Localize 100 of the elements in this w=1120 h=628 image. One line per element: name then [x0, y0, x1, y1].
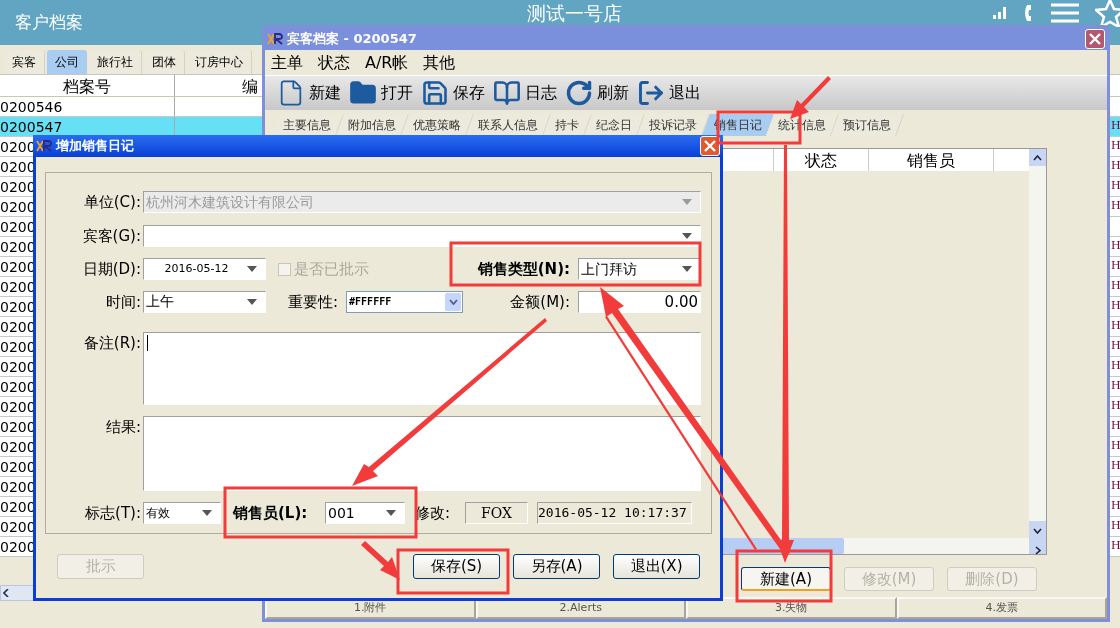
toolbar-button[interactable]: 日志: [493, 79, 557, 107]
dropdown-arrow-icon: [386, 510, 396, 517]
table-cell: H: [1111, 318, 1120, 335]
dropdown-arrow-icon: [202, 510, 212, 517]
logo-icon: [36, 140, 52, 152]
annotation-arrow: [361, 541, 400, 580]
menu-item[interactable]: A/R帐: [365, 50, 409, 75]
remark-field[interactable]: [143, 332, 701, 405]
table-cell: H: [1111, 478, 1120, 495]
category-tab[interactable]: 旅行社: [89, 50, 142, 74]
table-cell: H: [1111, 258, 1120, 275]
menu-item[interactable]: 其他: [423, 50, 456, 75]
table-cell: H: [1111, 178, 1120, 195]
table-cell: H: [1111, 518, 1120, 535]
dropdown-arrow-icon: [682, 232, 692, 239]
store-name: 测试一号店: [527, 1, 622, 24]
menu-icon: [1051, 2, 1079, 23]
category-tab[interactable]: 公司: [47, 50, 87, 74]
table-cell: H: [1111, 198, 1120, 215]
table-cell: H: [1111, 398, 1120, 415]
dialog-button[interactable]: 退出(X): [613, 554, 700, 579]
scroll-down-icon[interactable]: [1029, 521, 1046, 538]
toolbar-button[interactable]: 退出: [637, 79, 701, 107]
close-button[interactable]: [700, 136, 720, 156]
table-cell: H: [1111, 358, 1120, 375]
toolbar-button[interactable]: 打开: [349, 79, 413, 107]
result-field[interactable]: [143, 416, 701, 491]
dropdown-field[interactable]: 上门拜访: [578, 258, 701, 281]
category-tab[interactable]: 订房中心: [187, 50, 252, 74]
dropdown-field[interactable]: 有效: [143, 502, 221, 525]
field-label: 销售类型(N):: [477, 259, 570, 280]
menu-item[interactable]: 状态: [318, 50, 350, 75]
field-label: 金额(M):: [510, 291, 570, 313]
table-cell: H: [1111, 298, 1120, 315]
signal-icon: [993, 6, 1007, 19]
logo-icon: [267, 33, 283, 45]
dropdown-arrow-icon: [682, 199, 692, 206]
table-cell: H: [1111, 238, 1120, 255]
star-icon: [1095, 0, 1120, 27]
tab[interactable]: 联系人信息: [466, 114, 551, 136]
category-tab[interactable]: 团体: [144, 50, 185, 74]
dialog-button[interactable]: 另存(A): [513, 554, 600, 579]
tab[interactable]: 主要信息: [271, 114, 344, 136]
dropdown-field[interactable]: 001: [325, 502, 405, 525]
amount-field[interactable]: 0.00: [578, 290, 701, 313]
dropdown-field[interactable]: [143, 224, 701, 247]
app-title: 客户档案: [15, 10, 84, 34]
dropdown-arrow-icon: [247, 298, 257, 305]
close-button[interactable]: [1085, 29, 1105, 49]
scroll-right-icon[interactable]: [1034, 546, 1041, 555]
modified-user-field: FOX: [465, 502, 528, 525]
folder-icon: [349, 79, 377, 107]
color-dropdown[interactable]: #FFFFFF: [346, 290, 464, 313]
field-label: 修改:: [415, 503, 452, 524]
toolbar-button[interactable]: 刷新: [565, 79, 629, 107]
table-cell: H: [1111, 498, 1120, 515]
refresh-icon: [565, 79, 593, 107]
action-button[interactable]: 新建(A): [741, 567, 831, 591]
table-cell: H: [1111, 118, 1120, 135]
tab[interactable]: 优惠策略: [401, 114, 474, 136]
dropdown-field[interactable]: 上午: [143, 290, 266, 313]
text-cursor-icon: [147, 335, 148, 351]
chevron-down-icon: [448, 298, 458, 305]
table-cell: H: [1111, 458, 1120, 475]
table-cell: H: [1111, 438, 1120, 455]
close-icon: [704, 140, 716, 152]
table-cell: H: [1111, 378, 1120, 395]
dropdown-arrow-icon: [682, 266, 692, 273]
column-header: 编: [241, 76, 259, 96]
dialog-button[interactable]: 保存(S): [413, 554, 500, 579]
field-label: 销售员(L):: [233, 503, 309, 524]
column-header: 档案号: [0, 75, 175, 96]
scroll-up-icon[interactable]: [1029, 149, 1046, 166]
dialog-title: 增加销售日记: [56, 137, 134, 156]
modified-time-field: 2016-05-12 10:17:37: [537, 502, 692, 525]
toolbar-button[interactable]: 保存: [421, 79, 485, 107]
column-header: 销售员: [869, 149, 994, 171]
table-cell: 0200546: [0, 97, 175, 116]
table-cell: H: [1111, 418, 1120, 435]
table-cell: H: [1111, 138, 1120, 155]
field-label: 结果:: [104, 417, 141, 438]
tab[interactable]: 预订信息: [831, 114, 904, 136]
annotation-arrow: [790, 76, 831, 119]
dropdown-field[interactable]: 2016-05-12: [143, 258, 266, 281]
bottom-tab[interactable]: 4.发票: [896, 597, 1107, 619]
table-cell: H: [1111, 158, 1120, 175]
dropdown-arrow-icon: [247, 266, 257, 273]
field-label: 是否已批示: [294, 259, 369, 280]
toolbar-button[interactable]: 新建: [277, 79, 341, 107]
table-cell: H: [1111, 278, 1120, 295]
menu-item[interactable]: 主单: [271, 50, 303, 75]
field-label: 重要性:: [288, 291, 339, 313]
window-title: 宾客档案 - 0200547: [287, 30, 417, 49]
close-icon: [1089, 33, 1101, 45]
table-cell: H: [1111, 538, 1120, 555]
table-cell: H: [1111, 338, 1120, 355]
tab[interactable]: 附加信息: [336, 114, 409, 136]
vertical-scrollbar[interactable]: [1029, 149, 1046, 538]
tab[interactable]: 投诉记录: [637, 114, 710, 136]
category-tab[interactable]: 宾客: [4, 50, 45, 74]
